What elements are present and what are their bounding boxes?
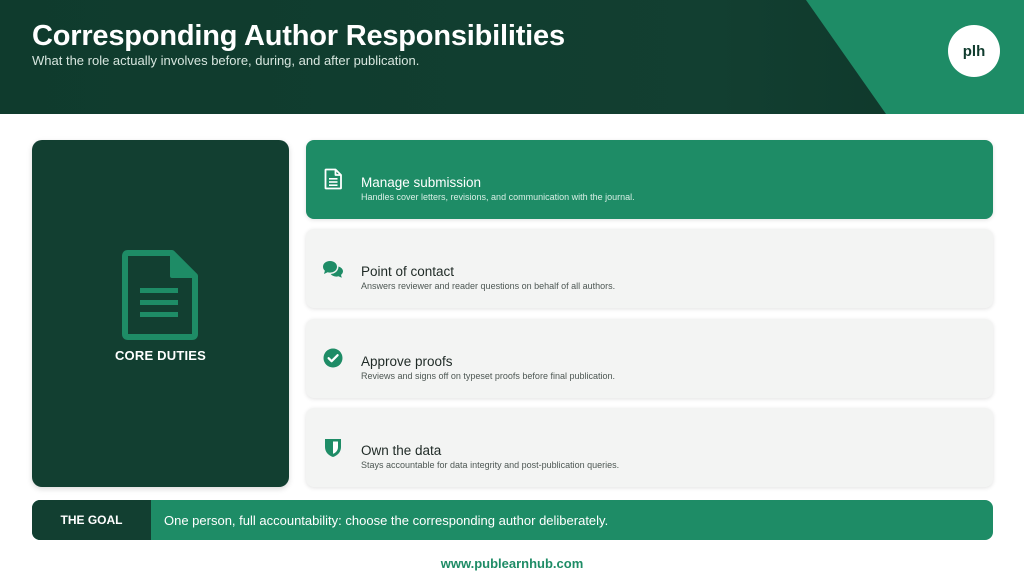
core-duties-panel: CORE DUTIES [32, 140, 289, 487]
goal-text: One person, full accountability: choose … [164, 513, 609, 528]
card-title: Point of contact [361, 264, 455, 279]
page-subtitle: What the role actually involves before, … [32, 53, 420, 68]
card-title: Own the data [361, 443, 442, 458]
header-banner: Corresponding Author Responsibilities Wh… [0, 0, 1024, 114]
core-duties-label: CORE DUTIES [114, 348, 207, 363]
card-title: Approve proofs [361, 354, 453, 369]
card-title: Manage submission [361, 175, 482, 190]
chat-bubbles-icon [323, 261, 343, 278]
goal-label: THE GOAL [32, 500, 151, 540]
shield-icon [325, 439, 341, 457]
card-own-the-data: Own the data Stays accountable for data … [306, 408, 993, 487]
document-icon [324, 168, 342, 190]
brand-logo: plh [948, 25, 1000, 77]
card-description: Answers reviewer and reader questions on… [361, 281, 616, 291]
footer-url: www.publearnhub.com [440, 556, 584, 571]
document-icon [122, 250, 198, 340]
card-approve-proofs: Approve proofs Reviews and signs off on … [306, 319, 993, 398]
goal-banner: THE GOAL One person, full accountability… [32, 500, 993, 540]
card-point-of-contact: Point of contact Answers reviewer and re… [306, 229, 993, 308]
card-description: Stays accountable for data integrity and… [361, 460, 620, 470]
card-description: Handles cover letters, revisions, and co… [361, 192, 635, 202]
card-manage-submission: Manage submission Handles cover letters,… [306, 140, 993, 219]
check-circle-icon [323, 348, 343, 368]
page-title: Corresponding Author Responsibilities [32, 20, 565, 52]
card-description: Reviews and signs off on typeset proofs … [361, 371, 615, 381]
